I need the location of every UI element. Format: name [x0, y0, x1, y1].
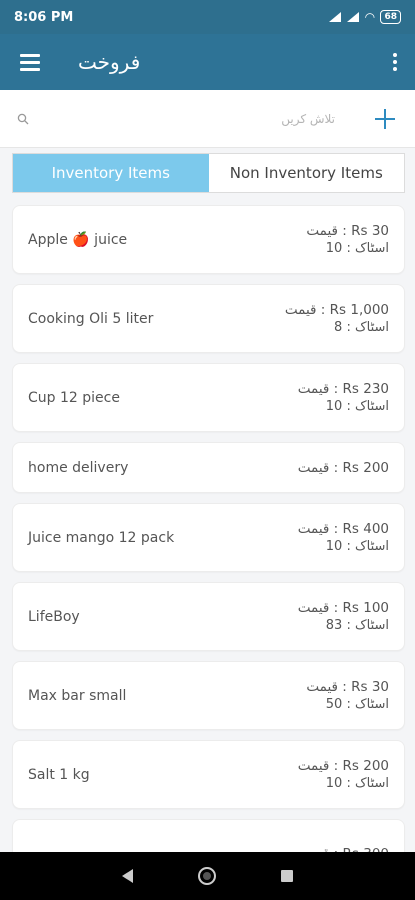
more-vert-icon[interactable] [375, 34, 415, 90]
item-stock: اسٹاک : 50 [325, 696, 389, 712]
system-nav-bar [0, 852, 415, 900]
item-list: Apple 🍎 juice قیمت : Rs 30 اسٹاک : 10 Co… [12, 205, 405, 898]
item-price: قیمت : Rs 1,000 [284, 301, 389, 318]
signal-icon [347, 12, 360, 22]
battery-icon: 68 [380, 10, 401, 24]
tab-inventory-items[interactable]: Inventory Items [13, 154, 209, 192]
item-values: قیمت : Rs 1,000 اسٹاک : 8 [285, 301, 389, 337]
recents-icon[interactable] [280, 870, 293, 882]
item-price: قیمت : Rs 100 [297, 599, 389, 616]
list-item[interactable]: LifeBoy قیمت : Rs 100 اسٹاک : 83 [12, 582, 405, 651]
item-price: قیمت : Rs 200 [297, 459, 389, 476]
item-name: Salt 1 kg [28, 766, 90, 783]
item-name: Cup 12 piece [28, 389, 120, 406]
page-title: فروخت [78, 50, 141, 74]
app-bar: فروخت [0, 34, 415, 90]
item-name: Max bar small [28, 687, 127, 704]
item-name: Apple 🍎 juice [28, 231, 128, 248]
item-price: قیمت : Rs 200 [297, 757, 389, 774]
search-bar [0, 90, 415, 148]
item-price: قیمت : Rs 400 [297, 520, 389, 537]
search-input[interactable] [46, 111, 355, 126]
menu-icon[interactable] [0, 34, 60, 90]
item-name: LifeBoy [28, 608, 80, 625]
home-icon[interactable] [197, 867, 216, 885]
system-icons: ◠ 68 [329, 10, 401, 24]
item-name: Cooking Oli 5 liter [28, 310, 154, 327]
item-values: قیمت : Rs 200 اسٹاک : 10 [298, 757, 389, 793]
item-type-tabs: Inventory Items Non Inventory Items [12, 153, 405, 193]
status-time: 8:06 PM [14, 9, 74, 25]
add-icon[interactable] [355, 90, 415, 148]
list-item[interactable]: Salt 1 kg قیمت : Rs 200 اسٹاک : 10 [12, 740, 405, 809]
list-item[interactable]: Cup 12 piece قیمت : Rs 230 اسٹاک : 10 [12, 363, 405, 432]
item-name: Juice mango 12 pack [28, 529, 175, 546]
item-price: قیمت : Rs 30 [306, 222, 389, 239]
item-values: قیمت : Rs 400 اسٹاک : 10 [298, 520, 389, 556]
item-values: قیمت : Rs 30 اسٹاک : 50 [306, 678, 389, 714]
item-stock: اسٹاک : 10 [325, 538, 389, 554]
item-price: قیمت : Rs 230 [297, 380, 389, 397]
list-item[interactable]: Max bar small قیمت : Rs 30 اسٹاک : 50 [12, 661, 405, 730]
item-stock: اسٹاک : 83 [325, 617, 389, 633]
wifi-icon: ◠ [365, 10, 375, 24]
tab-non-inventory-items[interactable]: Non Inventory Items [209, 154, 405, 192]
item-stock: اسٹاک : 10 [325, 775, 389, 791]
item-price: قیمت : Rs 30 [306, 678, 389, 695]
item-values: قیمت : Rs 200 [298, 459, 389, 477]
item-name: home delivery [28, 459, 129, 476]
list-item[interactable]: Cooking Oli 5 liter قیمت : Rs 1,000 اسٹا… [12, 284, 405, 353]
status-bar: 8:06 PM ◠ 68 [0, 0, 415, 34]
item-values: قیمت : Rs 30 اسٹاک : 10 [306, 222, 389, 258]
search-icon[interactable] [0, 113, 46, 125]
back-icon[interactable] [122, 869, 134, 883]
item-values: قیمت : Rs 230 اسٹاک : 10 [298, 380, 389, 416]
item-stock: اسٹاک : 10 [325, 398, 389, 414]
list-item[interactable]: home delivery قیمت : Rs 200 [12, 442, 405, 493]
item-stock: اسٹاک : 10 [325, 240, 389, 256]
list-item[interactable]: Juice mango 12 pack قیمت : Rs 400 اسٹاک … [12, 503, 405, 572]
signal-icon [329, 12, 342, 22]
item-stock: اسٹاک : 8 [334, 319, 389, 335]
list-item[interactable]: Apple 🍎 juice قیمت : Rs 30 اسٹاک : 10 [12, 205, 405, 274]
item-values: قیمت : Rs 100 اسٹاک : 83 [298, 599, 389, 635]
